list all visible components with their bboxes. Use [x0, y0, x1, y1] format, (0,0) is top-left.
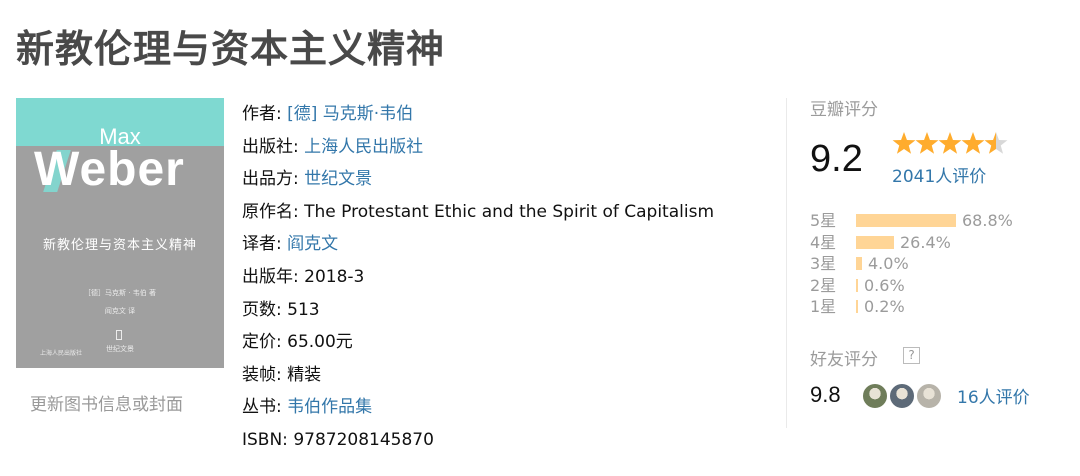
cover-byline: ［德］马克斯 · 韦伯 著: [84, 289, 156, 297]
info-label: 出版社:: [242, 136, 305, 157]
info-label: 作者:: [242, 104, 288, 124]
info-row-binding: 装帧: 精装: [242, 359, 714, 392]
rating-votes-link[interactable]: 2041人评价: [892, 162, 986, 187]
info-label: 定价:: [242, 332, 288, 353]
info-row-pub-year: 出版年: 2018-3: [242, 261, 714, 294]
binding-value: 精装: [287, 364, 322, 385]
info-label: 出版年:: [242, 266, 305, 287]
book-info-panel: 作者: [德] 马克斯·韦伯 出版社: 上海人民出版社 出品方: 世纪文景 原作…: [242, 98, 714, 457]
info-row-author: 作者: [德] 马克斯·韦伯: [242, 98, 714, 131]
rating-dist-bar: [856, 214, 956, 227]
rating-dist-label: 1星: [810, 297, 837, 316]
rating-dist-percent: 26.4%: [900, 232, 951, 252]
translator-link[interactable]: 阎克文: [287, 234, 338, 254]
douban-rating-title: 豆瓣评分: [810, 100, 878, 120]
info-row-publisher: 出版社: 上海人民出版社: [242, 131, 714, 164]
rating-dist-percent: 0.2%: [864, 297, 905, 316]
rating-stars-icon: [892, 132, 1008, 154]
info-row-original-title: 原作名: The Protestant Ethic and the Spirit…: [242, 196, 714, 229]
price-value: 65.00元: [287, 332, 353, 353]
producer-link[interactable]: 世纪文景: [304, 169, 372, 189]
info-label: 出品方:: [242, 169, 305, 190]
pages-value: 513: [287, 299, 320, 320]
info-row-price: 定价: 65.00元: [242, 326, 714, 359]
info-label: 译者:: [242, 234, 288, 255]
author-link[interactable]: [德] 马克斯·韦伯: [287, 104, 413, 124]
rating-dist-percent: 4.0%: [868, 254, 909, 273]
book-cover[interactable]: Max Weber 新教伦理与资本主义精神 ［德］马克斯 · 韦伯 著 阎克文 …: [16, 98, 224, 368]
star-icon: [961, 132, 985, 154]
rating-dist-bar: [856, 300, 858, 313]
rating-dist-bar: [856, 257, 862, 270]
rating-dist-percent: 68.8%: [962, 211, 1013, 230]
info-label: 原作名:: [242, 201, 305, 222]
rating-score: 9.2: [810, 138, 863, 180]
cover-publisher: 上海人民出版社: [40, 350, 83, 357]
info-row-translator: 译者: 阎克文: [242, 228, 714, 261]
rating-dist-label: 4星: [810, 232, 837, 252]
book-title: 新教伦理与资本主义精神: [16, 27, 446, 71]
cover-author-last: Weber: [34, 143, 185, 196]
rating-dist-label: 5星: [810, 211, 837, 230]
rating-dist-bar: [856, 235, 894, 249]
star-icon: [938, 132, 962, 154]
info-label: 页数:: [242, 299, 288, 320]
series-link[interactable]: 韦伯作品集: [287, 397, 372, 417]
friends-votes-link[interactable]: 16人评价: [957, 383, 1030, 408]
info-label: 丛书:: [242, 397, 288, 418]
star-icon: [892, 132, 916, 154]
rating-dist-label: 2星: [810, 275, 837, 295]
friend-avatar[interactable]: [916, 383, 942, 409]
update-book-info-link[interactable]: 更新图书信息或封面: [30, 390, 183, 415]
help-icon[interactable]: ?: [903, 347, 920, 364]
cover-title-cn: 新教伦理与资本主义精神: [42, 238, 197, 253]
rating-dist-percent: 0.6%: [864, 275, 905, 295]
rating-dist-label: 3星: [810, 254, 837, 273]
rating-dist-bar: [856, 278, 858, 292]
friend-avatar[interactable]: [862, 383, 888, 409]
info-label: 装帧:: [242, 364, 288, 385]
info-label: ISBN:: [242, 429, 294, 450]
cover-translator: 阎克文 译: [104, 307, 136, 315]
info-row-pages: 页数: 513: [242, 294, 714, 327]
isbn-value: 9787208145870: [293, 429, 434, 450]
friends-rating-score: 9.8: [810, 382, 841, 407]
friend-avatar[interactable]: [889, 383, 915, 409]
pub-year-value: 2018-3: [304, 266, 365, 287]
cover-publisher-logo: [116, 330, 122, 340]
section-divider: [786, 98, 787, 428]
friends-rating-title: 好友评分: [810, 350, 878, 370]
info-row-series: 丛书: 韦伯作品集: [242, 391, 714, 424]
info-row-isbn: ISBN: 9787208145870: [242, 424, 714, 457]
star-icon: [984, 132, 1008, 154]
info-row-producer: 出品方: 世纪文景: [242, 163, 714, 196]
star-icon: [915, 132, 939, 154]
original-title-value: The Protestant Ethic and the Spirit of C…: [304, 201, 715, 222]
publisher-link[interactable]: 上海人民出版社: [304, 137, 423, 157]
